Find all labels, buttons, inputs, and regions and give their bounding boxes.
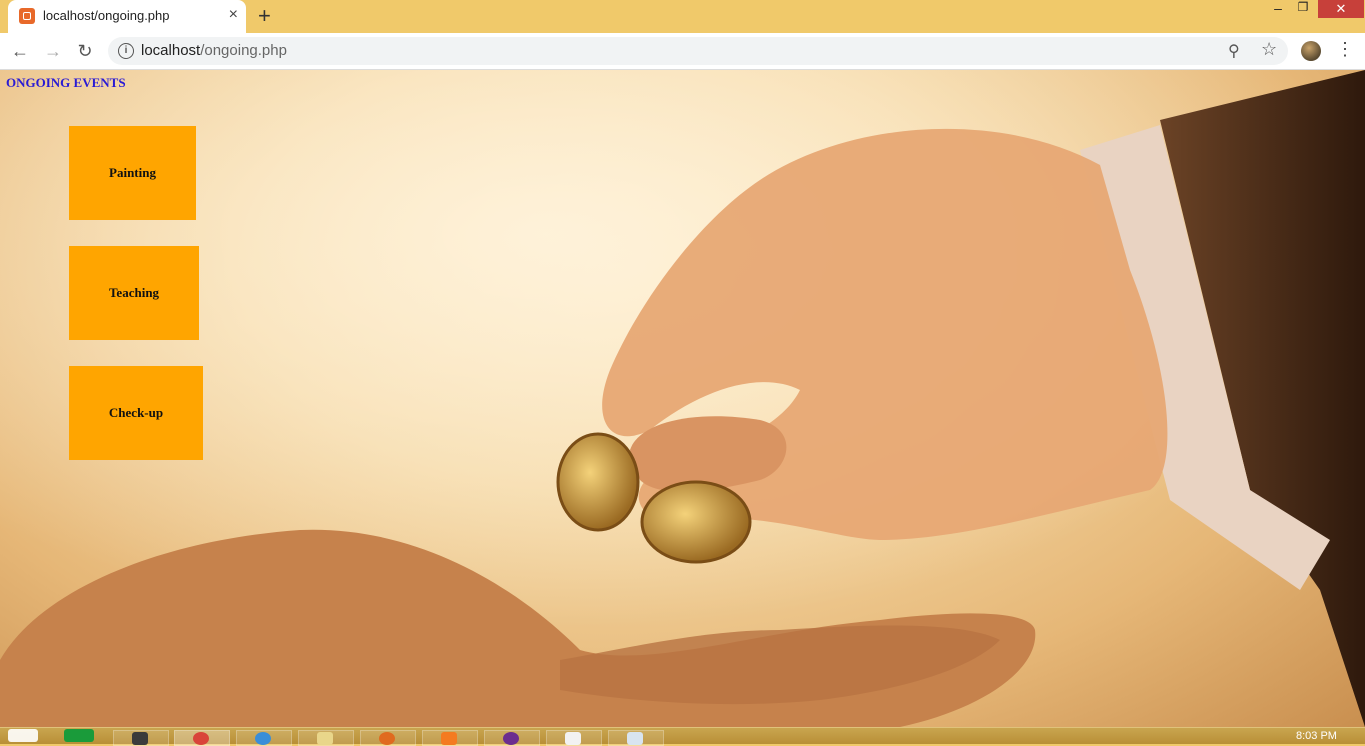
- menu-kebab-icon[interactable]: ⋮: [1336, 39, 1354, 60]
- store-icon[interactable]: [64, 729, 94, 742]
- url-text[interactable]: localhost/ongoing.php: [141, 42, 287, 59]
- xampp-favicon-icon: [19, 8, 35, 24]
- url-path: /ongoing.php: [200, 42, 287, 59]
- taskbar-item-firefox[interactable]: [360, 730, 416, 746]
- reload-icon[interactable]: ↻: [73, 39, 97, 63]
- tab-close-icon[interactable]: ×: [229, 6, 238, 24]
- taskbar-item-chrome[interactable]: [174, 730, 230, 746]
- taskbar-item-media[interactable]: [113, 730, 169, 746]
- xampp-icon: [441, 732, 457, 745]
- browser-tab[interactable]: localhost/ongoing.php ×: [8, 0, 246, 33]
- taskbar-item-app[interactable]: [484, 730, 540, 746]
- taskbar-item-ie[interactable]: [236, 730, 292, 746]
- forward-arrow-icon[interactable]: →: [41, 39, 65, 63]
- page-title: ONGOING EVENTS: [6, 75, 126, 90]
- page-viewport: ONGOING EVENTS Painting Teaching Check-u…: [0, 70, 1365, 727]
- event-button-teaching[interactable]: Teaching: [69, 246, 199, 340]
- firefox-icon: [379, 732, 395, 745]
- background-image-hands-coins: [0, 70, 1365, 727]
- event-button-check-up[interactable]: Check-up: [69, 366, 203, 460]
- browser-toolbar: ← → ↻ i localhost/ongoing.php ⚲ ☆ ⋮: [0, 33, 1365, 70]
- taskbar-item-explorer[interactable]: [298, 730, 354, 746]
- url-host: localhost: [141, 42, 201, 59]
- explorer-icon: [317, 732, 333, 745]
- new-tab-button[interactable]: +: [258, 3, 271, 29]
- info-icon[interactable]: i: [118, 43, 134, 59]
- taskbar-item-xampp[interactable]: [422, 730, 478, 746]
- taskbar-item-files[interactable]: [608, 730, 664, 746]
- tab-title: localhost/ongoing.php: [43, 8, 170, 23]
- start-icon[interactable]: [8, 729, 38, 742]
- ie-icon: [255, 732, 271, 745]
- address-bar[interactable]: i localhost/ongoing.php ⚲ ☆: [108, 37, 1288, 65]
- app-icon: [503, 732, 519, 745]
- minimize-button[interactable]: ‒: [1268, 0, 1288, 18]
- bookmark-star-icon[interactable]: ☆: [1261, 39, 1277, 60]
- taskbar-clock[interactable]: 8:03 PM: [1296, 730, 1337, 742]
- taskbar-item-notepad[interactable]: [546, 730, 602, 746]
- event-button-painting[interactable]: Painting: [69, 126, 196, 220]
- zoom-icon[interactable]: ⚲: [1228, 41, 1240, 61]
- media-icon: [132, 732, 148, 745]
- close-window-button[interactable]: ✕: [1318, 0, 1364, 18]
- profile-avatar[interactable]: [1301, 41, 1321, 61]
- back-arrow-icon[interactable]: ←: [8, 39, 32, 63]
- notepad-icon: [565, 732, 581, 745]
- os-taskbar: 8:03 PM: [0, 727, 1365, 746]
- maximize-button[interactable]: ❐: [1293, 0, 1313, 18]
- chrome-icon: [193, 732, 209, 745]
- browser-titlebar: localhost/ongoing.php × + ‒ ❐ ✕: [0, 0, 1365, 33]
- files-icon: [627, 732, 643, 745]
